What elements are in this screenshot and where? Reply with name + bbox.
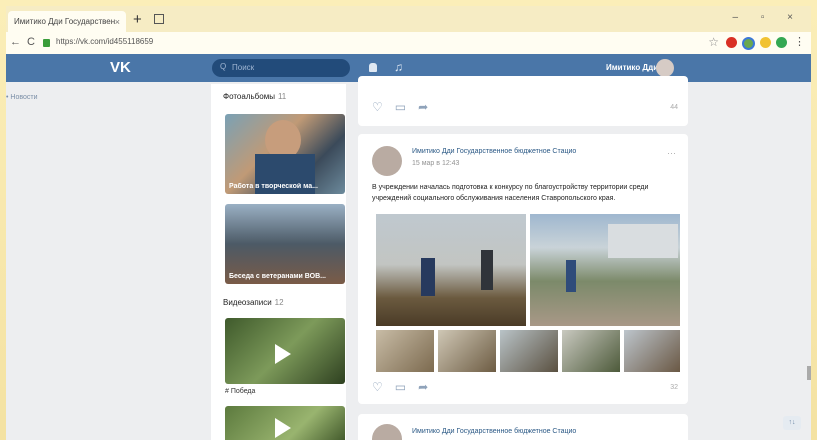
view-count: 32 [670, 384, 678, 391]
vk-logo[interactable]: VK [110, 59, 131, 76]
avatar[interactable] [372, 146, 402, 176]
menu-icon[interactable]: ⋮ [794, 35, 805, 48]
post-author[interactable]: Имитико Дди Государственное бюджетное Ст… [412, 148, 576, 155]
post-footer-previous: ♡ ▭ ➦ 44 [358, 76, 688, 126]
lock-icon [43, 39, 50, 47]
browser-window: Имитико Дди Государственн... × + – ▫ × ←… [6, 6, 811, 440]
post-actions: ♡ ▭ ➦ [372, 100, 440, 114]
album-card[interactable]: Работа в творческой ма... [225, 114, 345, 194]
post-photo-thumb[interactable] [624, 330, 680, 372]
post-photo-thumb[interactable] [438, 330, 496, 372]
album-caption: Работа в творческой ма... [229, 183, 318, 190]
wall-post: Имитико Дди Государственное бюджетное Ст… [358, 134, 688, 404]
tab-strip: Имитико Дди Государственн... × + – ▫ × [6, 6, 811, 32]
view-count: 44 [670, 104, 678, 111]
profile-side-column: Фотоальбомы 11 Работа в творческой ма... … [211, 84, 346, 440]
url-field[interactable]: https://vk.com/id455118659 [56, 37, 153, 46]
left-nav-item[interactable]: • Новости [6, 94, 38, 101]
photos-header-label: Фотоальбомы [223, 92, 275, 101]
like-icon[interactable]: ♡ [372, 380, 383, 394]
photos-count: 11 [277, 92, 287, 101]
window-controls[interactable]: – ▫ × [732, 12, 803, 23]
search-input[interactable]: Q Поиск [212, 59, 350, 77]
video-caption[interactable]: # Победа [225, 388, 255, 395]
tab-close-icon[interactable]: × [115, 17, 120, 27]
post-photo[interactable] [530, 214, 680, 326]
post-date[interactable]: 15 мар в 12:43 [412, 160, 459, 167]
back-button[interactable]: ← [10, 36, 21, 48]
comment-icon[interactable]: ▭ [395, 100, 406, 114]
opera-extension-icon[interactable] [726, 37, 737, 48]
album-card[interactable]: Беседа с ветеранами ВОВ... [225, 204, 345, 284]
comment-icon[interactable]: ▭ [395, 380, 406, 394]
search-placeholder: Поиск [232, 63, 255, 72]
photo-figure [566, 260, 576, 292]
photo-building [608, 224, 678, 258]
photos-header[interactable]: Фотоальбомы 11 [223, 92, 286, 101]
post-text: В учреждении началась подготовка к конку… [372, 184, 649, 202]
play-icon [275, 418, 291, 438]
user-name[interactable]: Имитико Дди [606, 63, 658, 72]
address-bar-row: ← C https://vk.com/id455118659 ☆ ⋮ [6, 32, 811, 55]
extension-icon-yellow[interactable] [760, 37, 771, 48]
new-tab-button[interactable]: + [133, 11, 142, 28]
post-author[interactable]: Имитико Дди Государственное бюджетное Ст… [412, 428, 576, 435]
post-photo-thumb[interactable] [562, 330, 620, 372]
share-icon[interactable]: ➦ [418, 380, 428, 394]
avatar[interactable] [372, 424, 402, 440]
videos-header[interactable]: Видеозаписи 12 [223, 298, 284, 307]
post-photo[interactable] [376, 214, 526, 326]
videos-count: 12 [274, 298, 284, 307]
extension-icon-green[interactable] [776, 37, 787, 48]
bell-icon[interactable] [369, 63, 377, 72]
album-caption: Беседа с ветеранами ВОВ... [229, 273, 327, 280]
search-icon: Q [220, 62, 227, 71]
scroll-top-button[interactable]: ↑↓ [783, 416, 801, 430]
reload-button[interactable]: C [27, 36, 35, 48]
browser-tab[interactable]: Имитико Дди Государственн... × [8, 11, 126, 32]
tab-title: Имитико Дди Государственн... [14, 17, 115, 26]
photo-figure [481, 250, 493, 290]
wall-post-next: Имитико Дди Государственное бюджетное Ст… [358, 414, 688, 440]
tab-search-icon[interactable] [154, 14, 164, 24]
photo-figure [421, 258, 435, 296]
scrollbar[interactable] [807, 366, 811, 380]
bookmark-star-icon[interactable]: ☆ [708, 35, 719, 49]
video-card[interactable] [225, 318, 345, 384]
music-icon[interactable]: ♫ [394, 60, 403, 74]
post-photo-thumb[interactable] [376, 330, 434, 372]
share-icon[interactable]: ➦ [418, 100, 428, 114]
video-card[interactable] [225, 406, 345, 440]
nav-buttons: ← C [10, 36, 41, 48]
play-icon [275, 344, 291, 364]
like-icon[interactable]: ♡ [372, 100, 383, 114]
post-photo-thumb[interactable] [500, 330, 558, 372]
avatar[interactable] [656, 59, 674, 77]
extension-icon[interactable] [742, 37, 755, 50]
post-actions: ♡ ▭ ➦ [372, 380, 440, 394]
videos-header-label: Видеозаписи [223, 298, 272, 307]
more-icon[interactable]: ··· [667, 148, 676, 158]
